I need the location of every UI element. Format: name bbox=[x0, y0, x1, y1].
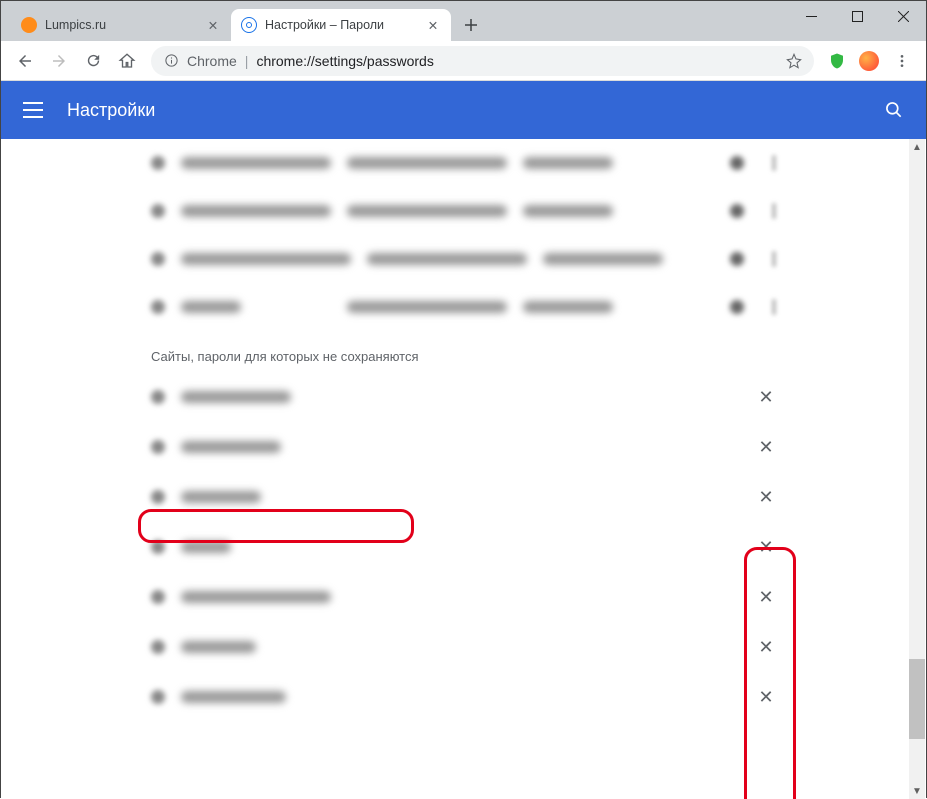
site-favicon bbox=[151, 640, 165, 654]
maximize-button[interactable] bbox=[834, 1, 880, 31]
site-favicon bbox=[151, 590, 165, 604]
back-button[interactable] bbox=[9, 45, 41, 77]
never-save-heading: Сайты, пароли для которых не сохраняются bbox=[131, 331, 796, 372]
site-favicon bbox=[151, 300, 165, 314]
site-favicon bbox=[151, 490, 165, 504]
site-favicon bbox=[151, 440, 165, 454]
site-favicon bbox=[151, 156, 165, 170]
tab-title: Lumpics.ru bbox=[45, 18, 106, 32]
password-masked bbox=[543, 253, 663, 265]
show-password-icon[interactable] bbox=[730, 156, 744, 170]
site-name bbox=[181, 205, 331, 217]
never-save-row[interactable]: ✕ bbox=[131, 422, 796, 472]
tab-lumpics[interactable]: Lumpics.ru ✕ bbox=[11, 9, 231, 41]
saved-password-row[interactable] bbox=[131, 283, 796, 331]
never-save-row[interactable]: ✕ bbox=[131, 572, 796, 622]
site-name bbox=[181, 591, 331, 603]
site-info-icon[interactable] bbox=[163, 53, 179, 69]
row-menu-icon[interactable] bbox=[772, 299, 776, 315]
scroll-down-icon[interactable]: ▼ bbox=[909, 783, 925, 799]
close-icon[interactable]: ✕ bbox=[425, 17, 441, 33]
scroll-up-icon[interactable]: ▲ bbox=[909, 139, 925, 155]
row-menu-icon[interactable] bbox=[772, 251, 776, 267]
url-separator: | bbox=[245, 53, 249, 69]
saved-password-row[interactable] bbox=[131, 139, 796, 187]
menu-icon[interactable] bbox=[23, 102, 43, 118]
tab-settings-passwords[interactable]: Настройки – Пароли ✕ bbox=[231, 9, 451, 41]
username bbox=[367, 253, 527, 265]
never-save-row[interactable]: ✕ bbox=[131, 372, 796, 422]
reload-button[interactable] bbox=[77, 45, 109, 77]
forward-button[interactable] bbox=[43, 45, 75, 77]
site-name bbox=[181, 441, 281, 453]
remove-button[interactable]: ✕ bbox=[756, 387, 776, 407]
settings-header: Настройки bbox=[1, 81, 926, 139]
tab-title: Настройки – Пароли bbox=[265, 18, 384, 32]
never-save-row[interactable]: ✕ bbox=[131, 622, 796, 672]
site-favicon bbox=[151, 204, 165, 218]
never-save-row[interactable]: ✕ bbox=[131, 522, 796, 572]
url-text: chrome://settings/passwords bbox=[256, 53, 433, 69]
site-name bbox=[181, 641, 256, 653]
bookmark-star-icon[interactable] bbox=[786, 53, 802, 69]
minimize-button[interactable] bbox=[788, 1, 834, 31]
site-name bbox=[181, 491, 261, 503]
settings-card: Сайты, пароли для которых не сохраняются… bbox=[131, 139, 796, 722]
never-save-row[interactable]: ✕ bbox=[131, 472, 796, 522]
favicon-lumpics bbox=[21, 17, 37, 33]
show-password-icon[interactable] bbox=[730, 252, 744, 266]
remove-button[interactable]: ✕ bbox=[756, 587, 776, 607]
site-favicon bbox=[151, 540, 165, 554]
close-window-button[interactable] bbox=[880, 1, 926, 31]
content-area: ▲ ▼ bbox=[1, 139, 926, 799]
window-titlebar: Lumpics.ru ✕ Настройки – Пароли ✕ bbox=[1, 1, 926, 41]
url-chip: Chrome bbox=[187, 53, 237, 69]
site-favicon bbox=[151, 690, 165, 704]
remove-button[interactable]: ✕ bbox=[756, 687, 776, 707]
username bbox=[347, 205, 507, 217]
remove-button[interactable]: ✕ bbox=[756, 437, 776, 457]
username bbox=[347, 157, 507, 169]
new-tab-button[interactable] bbox=[457, 11, 485, 39]
scrollbar-thumb[interactable] bbox=[909, 659, 925, 739]
site-favicon bbox=[151, 390, 165, 404]
site-favicon bbox=[151, 252, 165, 266]
home-button[interactable] bbox=[111, 45, 143, 77]
site-name bbox=[181, 301, 241, 313]
site-name bbox=[181, 253, 351, 265]
extension-circle-icon[interactable] bbox=[854, 46, 884, 76]
close-icon[interactable]: ✕ bbox=[205, 17, 221, 33]
browser-menu-button[interactable] bbox=[886, 45, 918, 77]
window-controls bbox=[788, 1, 926, 31]
tab-strip: Lumpics.ru ✕ Настройки – Пароли ✕ bbox=[1, 1, 485, 41]
page-title: Настройки bbox=[67, 100, 155, 121]
site-name bbox=[181, 541, 231, 553]
favicon-settings bbox=[241, 17, 257, 33]
never-save-row[interactable]: ✕ bbox=[131, 672, 796, 722]
site-name bbox=[181, 391, 291, 403]
site-name bbox=[181, 157, 331, 169]
show-password-icon[interactable] bbox=[730, 300, 744, 314]
site-name bbox=[181, 691, 286, 703]
row-menu-icon[interactable] bbox=[772, 203, 776, 219]
extension-shield-icon[interactable] bbox=[822, 46, 852, 76]
show-password-icon[interactable] bbox=[730, 204, 744, 218]
password-masked bbox=[523, 205, 613, 217]
username bbox=[347, 301, 507, 313]
row-menu-icon[interactable] bbox=[772, 155, 776, 171]
saved-password-row[interactable] bbox=[131, 187, 796, 235]
password-masked bbox=[523, 301, 613, 313]
remove-button[interactable]: ✕ bbox=[756, 637, 776, 657]
saved-password-row[interactable] bbox=[131, 235, 796, 283]
remove-button[interactable]: ✕ bbox=[756, 537, 776, 557]
browser-toolbar: Chrome | chrome://settings/passwords bbox=[1, 41, 926, 81]
address-bar[interactable]: Chrome | chrome://settings/passwords bbox=[151, 46, 814, 76]
password-masked bbox=[523, 157, 613, 169]
search-icon[interactable] bbox=[884, 100, 904, 120]
remove-button[interactable]: ✕ bbox=[756, 487, 776, 507]
